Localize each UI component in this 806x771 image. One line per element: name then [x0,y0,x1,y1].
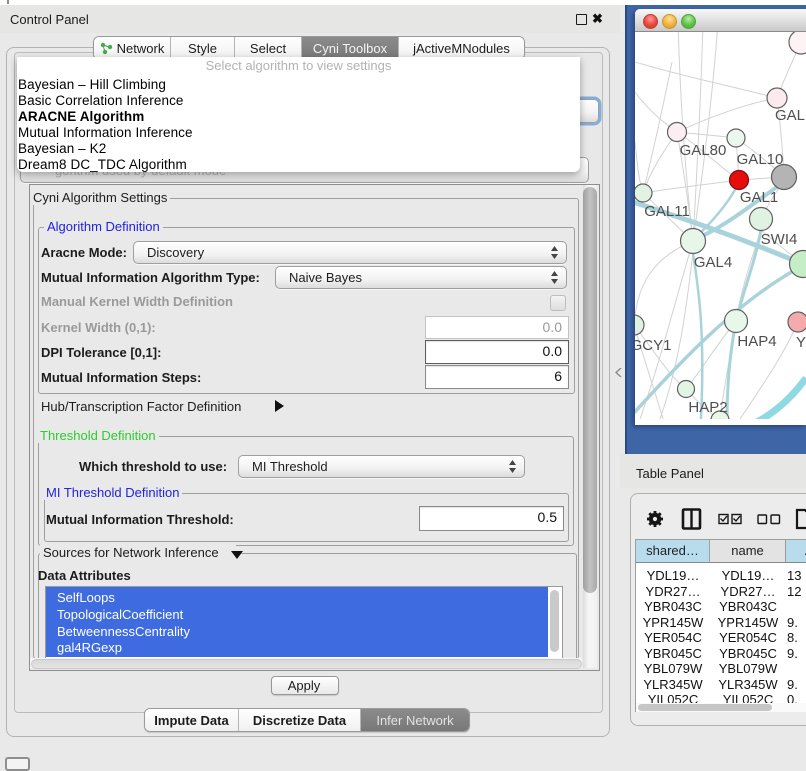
svg-text:GAL4: GAL4 [694,254,732,271]
svg-text:SWI4: SWI4 [761,231,798,248]
svg-text:HAP2: HAP2 [688,399,727,416]
svg-text:GAL80: GAL80 [680,142,727,159]
svg-text:HAP4: HAP4 [737,333,776,350]
svg-text:GAL11: GAL11 [644,203,690,220]
svg-text:GAL: GAL [775,107,805,124]
svg-text:GAL10: GAL10 [737,151,784,168]
svg-text:Y: Y [796,334,806,351]
svg-text:GCY1: GCY1 [635,337,671,354]
svg-text:GAL1: GAL1 [740,189,778,206]
